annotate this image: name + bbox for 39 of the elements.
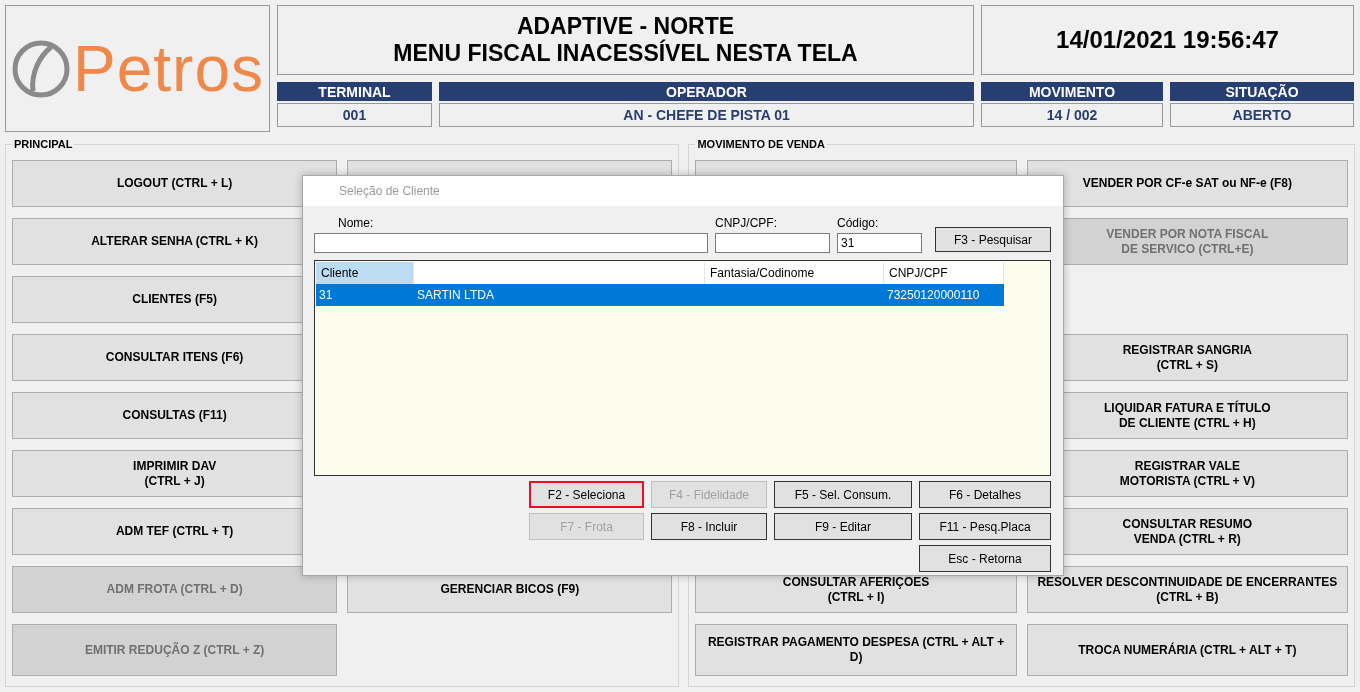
menu-button[interactable]: RESOLVER DESCONTINUIDADE DE ENCERRANTES (CTRL + B) [1026,566,1348,613]
title-line: MENU FISCAL INACESSÍVEL NESTA TELA [393,40,858,67]
group-title: PRINCIPAL [13,138,74,150]
info-label: OPERADOR [439,82,974,101]
datetime: 14/01/2021 19:56:47 [981,5,1354,75]
dialog-button[interactable]: Esc - Retorna [919,545,1051,572]
input-field[interactable] [314,233,708,253]
info-value: 14 / 002 [981,103,1163,127]
dialog-button[interactable]: F9 - Editar [774,513,912,540]
input-field[interactable] [715,233,830,253]
menu-button[interactable]: REGISTRAR PAGAMENTO DESPESA (CTRL + ALT + D) [695,624,1017,676]
dialog-title: Seleção de Cliente [303,176,1063,206]
table-cell-text: 31 [318,287,334,304]
group-title: MOVIMENTO DE VENDA [696,138,826,150]
column-header[interactable]: Cliente [316,262,414,284]
info-label: TERMINAL [277,82,432,101]
field-label: Código: [837,216,879,230]
dialog-button[interactable]: F5 - Sel. Consum. [774,481,912,508]
menu-button[interactable]: LOGOUT (CTRL + L) [12,160,338,207]
menu-button[interactable]: TROCA NUMERÁRIA (CTRL + ALT + T) [1026,624,1348,676]
info-label: MOVIMENTO [981,82,1163,101]
input-field[interactable]: 31 [837,233,922,253]
dialog-button[interactable]: F11 - Pesq.Placa [919,513,1051,540]
info-value: AN - CHEFE DE PISTA 01 [439,103,974,127]
search-button[interactable]: F3 - Pesquisar [935,227,1051,252]
client-row[interactable]: 31 SARTIN LTDA 73250120000110 [316,284,1004,306]
dialog-button[interactable]: F6 - Detalhes [919,481,1051,508]
menu-button[interactable]: VENDER POR CF-e SAT ou NF-e (F8) [1026,160,1348,207]
field-label: CNPJ/CPF: [715,216,777,230]
table-cell-text: SARTIN LTDA [416,287,495,304]
dialog-button[interactable]: F2 - Seleciona [529,481,644,508]
dialog-button[interactable]: F8 - Incluir [651,513,767,540]
logo-text: Petros [73,36,264,101]
title-line: ADAPTIVE - NORTE [516,13,735,39]
info-value: ABERTO [1170,103,1354,127]
info-value: 001 [277,103,432,127]
field-label: Nome: [338,216,374,230]
table-cell-text: 73250120000110 [886,287,981,304]
info-label: SITUAÇÃO [1170,82,1354,101]
